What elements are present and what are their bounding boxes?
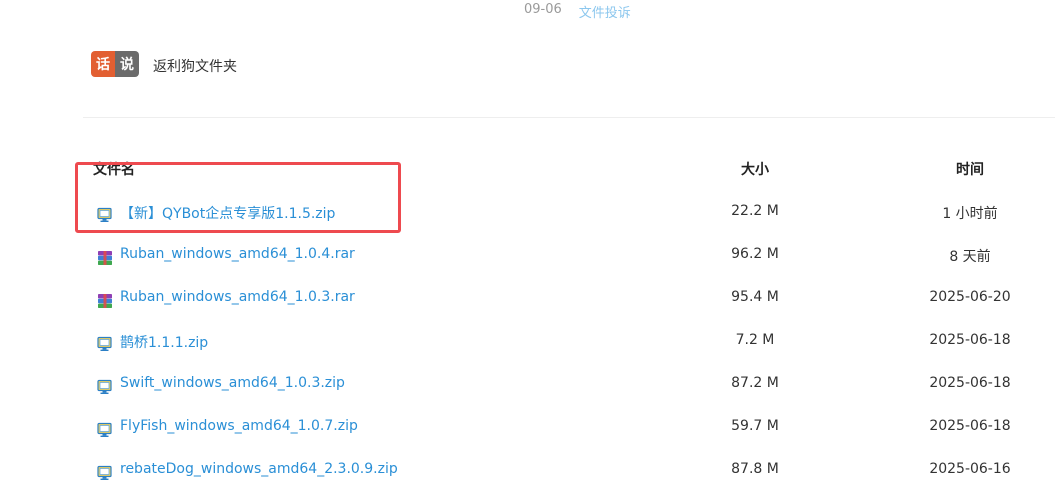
report-link[interactable]: 文件投诉 xyxy=(579,2,631,21)
column-header-name[interactable]: 文件名 xyxy=(93,159,135,179)
divider xyxy=(83,117,1055,118)
rar-icon xyxy=(97,250,113,266)
file-row[interactable]: rebateDog_windows_amd64_2.3.0.9.zip 87.8… xyxy=(0,459,1055,483)
file-name-link[interactable]: Swift_windows_amd64_1.0.3.zip xyxy=(120,375,345,391)
logo-hua: 话 xyxy=(91,51,115,77)
zip-icon xyxy=(97,465,113,481)
huashuo-logo: 话 说 xyxy=(91,51,139,77)
rar-icon xyxy=(97,293,113,309)
file-time: 2025-06-20 xyxy=(929,289,1011,305)
file-name-link[interactable]: rebateDog_windows_amd64_2.3.0.9.zip xyxy=(120,461,398,477)
column-header-size[interactable]: 大小 xyxy=(741,159,769,179)
file-size: 96.2 M xyxy=(731,246,779,262)
file-time: 2025-06-18 xyxy=(929,375,1011,391)
file-size: 22.2 M xyxy=(731,203,779,219)
file-size: 87.8 M xyxy=(731,461,779,477)
file-row[interactable]: 【新】QYBot企点专享版1.1.5.zip 22.2 M 1 小时前 xyxy=(0,201,1055,244)
file-row[interactable]: Ruban_windows_amd64_1.0.4.rar 96.2 M 8 天… xyxy=(0,244,1055,287)
zip-icon xyxy=(97,336,113,352)
file-name-link[interactable]: Ruban_windows_amd64_1.0.3.rar xyxy=(120,289,355,305)
meta-line: 09-06 文件投诉 xyxy=(524,2,631,21)
file-row[interactable]: Swift_windows_amd64_1.0.3.zip 87.2 M 202… xyxy=(0,373,1055,416)
file-size: 59.7 M xyxy=(731,418,779,434)
file-name-link[interactable]: Ruban_windows_amd64_1.0.4.rar xyxy=(120,246,355,262)
file-row[interactable]: FlyFish_windows_amd64_1.0.7.zip 59.7 M 2… xyxy=(0,416,1055,459)
file-time: 2025-06-18 xyxy=(929,332,1011,348)
file-time: 2025-06-16 xyxy=(929,461,1011,477)
file-size: 7.2 M xyxy=(735,332,775,348)
file-time: 2025-06-18 xyxy=(929,418,1011,434)
file-name-link[interactable]: FlyFish_windows_amd64_1.0.7.zip xyxy=(120,418,358,434)
share-date: 09-06 xyxy=(524,2,562,17)
zip-icon xyxy=(97,207,113,223)
file-time: 8 天前 xyxy=(949,249,991,265)
file-row[interactable]: Ruban_windows_amd64_1.0.3.rar 95.4 M 202… xyxy=(0,287,1055,330)
file-name-link[interactable]: 鹊桥1.1.1.zip xyxy=(120,332,208,352)
file-time: 1 小时前 xyxy=(942,206,998,222)
file-name-link[interactable]: 【新】QYBot企点专享版1.1.5.zip xyxy=(120,203,335,223)
file-row[interactable]: 鹊桥1.1.1.zip 7.2 M 2025-06-18 xyxy=(0,330,1055,373)
column-header-time[interactable]: 时间 xyxy=(956,159,984,179)
file-size: 87.2 M xyxy=(731,375,779,391)
zip-icon xyxy=(97,379,113,395)
file-share-page: 09-06 文件投诉 话 说 返利狗文件夹 文件名 大小 时间 【新】QYBot… xyxy=(0,0,1055,483)
logo-shuo: 说 xyxy=(115,51,139,77)
folder-title: 返利狗文件夹 xyxy=(153,59,237,75)
zip-icon xyxy=(97,422,113,438)
file-size: 95.4 M xyxy=(731,289,779,305)
